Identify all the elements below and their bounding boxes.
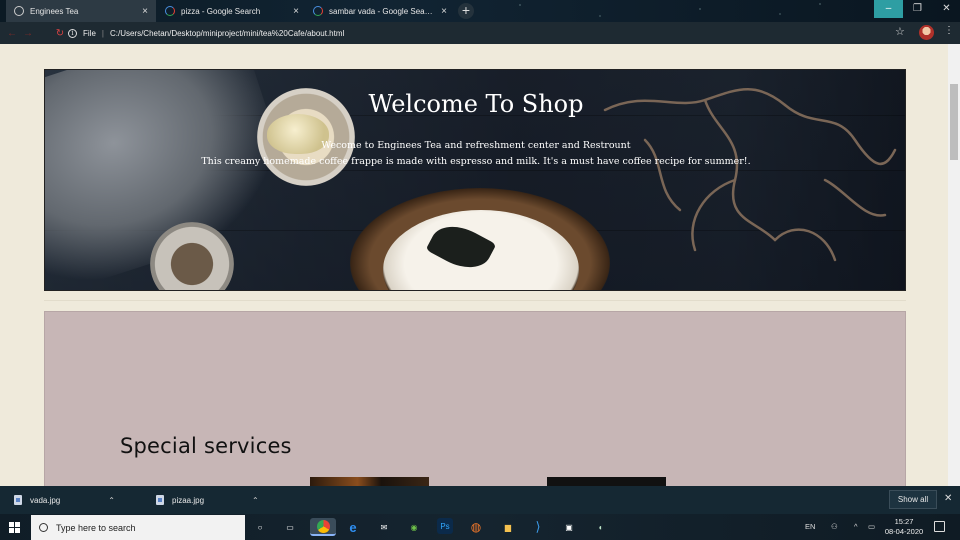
mail-icon[interactable]: ✉ <box>375 518 393 536</box>
battery-icon[interactable]: ▭ <box>868 522 875 531</box>
chevron-up-icon[interactable]: ⌃ <box>108 496 115 505</box>
service-image-1 <box>310 477 429 486</box>
download-filename: pizaa.jpg <box>172 495 205 505</box>
scrollbar-thumb[interactable] <box>950 84 958 160</box>
new-tab-button[interactable]: + <box>458 3 474 19</box>
tab-close-icon[interactable]: × <box>142 6 148 17</box>
google-icon <box>313 6 323 16</box>
hero-banner: Welcome To Shop Wecome to Enginees Tea a… <box>44 69 906 291</box>
android-studio-icon[interactable]: ◉ <box>405 518 423 536</box>
info-icon[interactable]: i <box>68 28 77 38</box>
minimize-button[interactable]: – <box>874 0 903 18</box>
download-item-pizaa[interactable]: pizaa.jpg ⌃ <box>156 492 259 508</box>
clock-date: 08-04-2020 <box>884 527 924 536</box>
edge-icon[interactable]: e <box>344 518 362 536</box>
download-filename: vada.jpg <box>30 495 61 505</box>
close-download-shelf-icon[interactable]: ✕ <box>944 493 952 504</box>
google-icon <box>165 6 175 16</box>
taskbar-clock[interactable]: 15:27 08-04-2020 <box>884 517 924 537</box>
cortana-icon[interactable]: ○ <box>251 518 269 536</box>
tab-pizza-search[interactable]: pizza - Google Search × <box>157 0 307 22</box>
download-shelf: vada.jpg ⌃ pizaa.jpg ⌃ Show all ✕ <box>0 486 960 514</box>
chevron-up-icon[interactable]: ^ <box>854 522 858 531</box>
blender-icon[interactable]: ◍ <box>467 518 485 536</box>
hero-title: Welcome To Shop <box>368 90 584 118</box>
address-bar: ← → ↻ i File | C:/Users/Chetan/Desktop/m… <box>0 22 960 44</box>
more-menu-icon[interactable]: ⋮ <box>944 25 954 36</box>
paint-app-icon[interactable]: ◐ <box>592 518 610 536</box>
bookmark-star-icon[interactable]: ☆ <box>895 25 905 38</box>
tab-label: Enginees Tea <box>30 6 79 16</box>
hero-welcome-text: Wecome to Enginees Tea and refreshment c… <box>321 140 631 151</box>
taskbar-search-box[interactable]: Type here to search <box>31 515 245 540</box>
tab-label: pizza - Google Search <box>181 6 261 16</box>
taskbar-search-placeholder: Type here to search <box>56 522 136 533</box>
profile-avatar[interactable] <box>919 25 934 40</box>
special-services-section: Special services <box>44 311 906 486</box>
chrome-taskbar-icon[interactable] <box>310 518 336 536</box>
show-all-downloads-button[interactable]: Show all <box>889 490 937 509</box>
tab-enginees-tea[interactable]: Enginees Tea × <box>6 0 156 22</box>
image-file-icon <box>156 495 164 505</box>
windows-start-icon[interactable] <box>9 522 20 533</box>
browser-tab-strip: Enginees Tea × pizza - Google Search × s… <box>0 0 960 22</box>
url-separator: | <box>101 28 104 38</box>
maximize-button[interactable]: ❐ <box>903 0 932 18</box>
back-arrow-icon[interactable]: ← <box>4 28 20 39</box>
page-scrollbar[interactable] <box>948 44 960 486</box>
url-scheme-label: File <box>83 28 96 38</box>
tab-sambar-vada-search[interactable]: sambar vada - Google Search × <box>305 0 455 22</box>
reload-icon[interactable]: ↻ <box>52 28 68 39</box>
url-text[interactable]: C:/Users/Chetan/Desktop/miniproject/mini… <box>110 29 344 38</box>
people-icon[interactable]: ⚇ <box>831 522 838 531</box>
clock-time: 15:27 <box>894 517 914 526</box>
image-file-icon <box>14 495 22 505</box>
section-divider <box>44 300 906 301</box>
close-window-button[interactable]: ✕ <box>932 0 960 18</box>
hero-description-text: This creamy homemade coffee frappe is ma… <box>201 156 751 167</box>
vscode-icon[interactable]: ⟩ <box>529 518 547 536</box>
task-view-icon[interactable]: ▭ <box>281 518 299 536</box>
windows-taskbar: Type here to search ○ ▭ e ✉ ◉ Ps ◍ ▆ ⟩ ▣… <box>0 514 960 540</box>
tab-label: sambar vada - Google Search <box>329 6 436 16</box>
globe-icon <box>14 6 24 16</box>
page-viewport: Welcome To Shop Wecome to Enginees Tea a… <box>0 44 948 486</box>
photos-icon[interactable]: ▣ <box>560 518 578 536</box>
tab-close-icon[interactable]: × <box>441 6 447 17</box>
photoshop-icon[interactable]: Ps <box>437 518 453 534</box>
forward-arrow-icon[interactable]: → <box>20 28 36 39</box>
download-item-vada[interactable]: vada.jpg ⌃ <box>14 492 115 508</box>
chevron-up-icon[interactable]: ⌃ <box>252 496 259 505</box>
file-explorer-icon[interactable]: ▆ <box>499 518 517 536</box>
tab-close-icon[interactable]: × <box>293 6 299 17</box>
notification-center-icon[interactable] <box>934 521 945 532</box>
language-indicator[interactable]: EN <box>805 522 815 531</box>
services-heading: Special services <box>120 434 292 458</box>
search-icon <box>39 523 48 532</box>
url-omnibox[interactable]: i File | C:/Users/Chetan/Desktop/minipro… <box>68 25 888 41</box>
service-image-2 <box>547 477 666 486</box>
